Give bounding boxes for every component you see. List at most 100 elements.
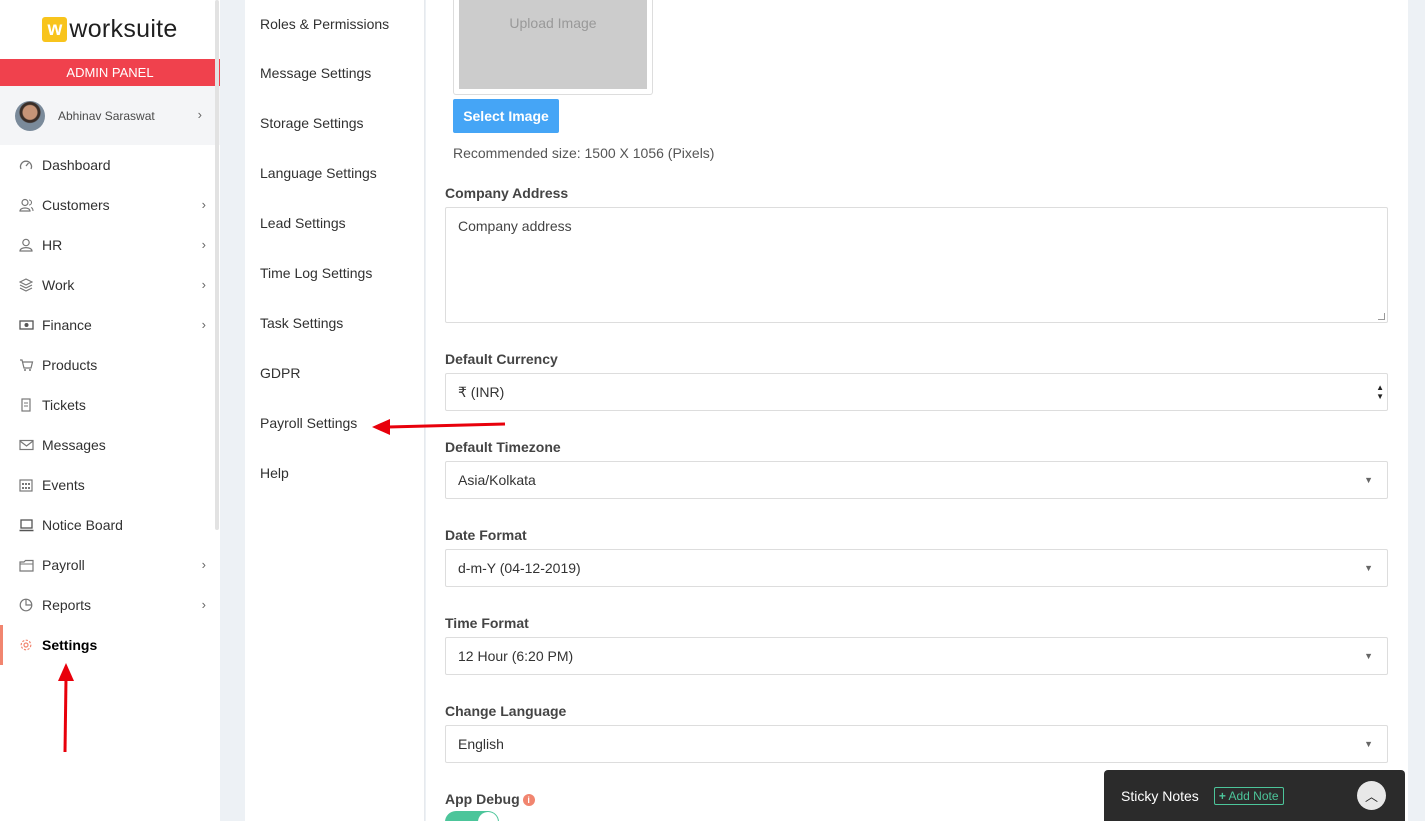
caret-down-icon: ▼	[1364, 651, 1373, 661]
change-language-select[interactable]: English ▼	[445, 725, 1388, 763]
logo-text: worksuite	[69, 15, 178, 43]
settings-item-help[interactable]: Help	[245, 448, 424, 498]
ticket-icon	[18, 397, 34, 413]
sidebar-item-notice-board[interactable]: Notice Board	[0, 505, 220, 545]
recommended-size-hint: Recommended size: 1500 X 1056 (Pixels)	[453, 145, 715, 161]
resize-handle-icon[interactable]	[1378, 313, 1385, 320]
add-note-button[interactable]: + Add Note	[1213, 786, 1284, 805]
time-format-value: 12 Hour (6:20 PM)	[458, 648, 574, 664]
sidebar-item-reports[interactable]: Reports ›	[0, 585, 220, 625]
time-format-select[interactable]: 12 Hour (6:20 PM) ▼	[445, 637, 1388, 675]
date-format-value: d-m-Y (04-12-2019)	[458, 560, 581, 576]
chevron-right-icon: ›	[197, 107, 202, 122]
settings-item-task-settings[interactable]: Task Settings	[245, 298, 424, 348]
settings-item-language-settings[interactable]: Language Settings	[245, 148, 424, 198]
info-icon[interactable]: i	[522, 794, 535, 806]
sidebar-item-label: Payroll	[42, 557, 85, 573]
chevron-right-icon: ›	[201, 317, 206, 332]
settings-item-roles-permissions[interactable]: Roles & Permissions	[245, 0, 424, 48]
cart-icon	[18, 357, 34, 373]
wallet-icon	[18, 557, 34, 573]
admin-panel-banner: ADMIN PANEL	[0, 59, 220, 86]
default-timezone-select[interactable]: Asia/Kolkata ▼	[445, 461, 1388, 499]
app-debug-toggle[interactable]	[445, 811, 499, 821]
envelope-icon	[18, 437, 34, 453]
default-currency-select[interactable]: ₹ (INR) ▲ ▼	[445, 373, 1388, 411]
sticky-notes-panel: Sticky Notes + Add Note ︿	[1104, 770, 1405, 821]
chevron-right-icon: ›	[201, 597, 206, 612]
customers-icon	[18, 197, 34, 213]
sidebar-item-settings[interactable]: Settings	[0, 625, 220, 665]
sidebar-item-label: Work	[42, 277, 75, 293]
dashboard-icon	[18, 157, 34, 173]
change-language-label: Change Language	[445, 703, 567, 719]
settings-item-storage-settings[interactable]: Storage Settings	[245, 98, 424, 148]
date-format-label: Date Format	[445, 527, 527, 543]
layers-icon	[18, 277, 34, 293]
company-address-value: Company address	[458, 218, 572, 234]
settings-item-time-log-settings[interactable]: Time Log Settings	[245, 248, 424, 298]
sidebar-item-label: Dashboard	[42, 157, 111, 173]
caret-down-icon: ▼	[1364, 475, 1373, 485]
change-language-value: English	[458, 736, 504, 752]
sidebar-item-label: Events	[42, 477, 85, 493]
logo-mark: w	[42, 17, 68, 42]
user-profile[interactable]: Abhinav Saraswat ›	[0, 86, 220, 145]
chevron-right-icon: ›	[201, 557, 206, 572]
default-timezone-label: Default Timezone	[445, 439, 561, 455]
page-scrollbar-track[interactable]	[1408, 0, 1425, 821]
sidebar-item-work[interactable]: Work ›	[0, 265, 220, 305]
sidebar-item-label: Products	[42, 357, 98, 373]
chevron-right-icon: ›	[201, 277, 206, 292]
settings-item-message-settings[interactable]: Message Settings	[245, 48, 424, 98]
calendar-icon	[18, 477, 34, 493]
sidebar-item-messages[interactable]: Messages	[0, 425, 220, 465]
sidebar-item-payroll[interactable]: Payroll ›	[0, 545, 220, 585]
company-address-field[interactable]: Company address	[445, 207, 1388, 323]
image-upload-preview[interactable]: Upload Image	[453, 0, 653, 95]
sidebar-item-tickets[interactable]: Tickets	[0, 385, 220, 425]
add-note-label: Add Note	[1228, 788, 1279, 803]
user-name: Abhinav Saraswat	[58, 108, 155, 123]
sidebar-menu: Dashboard Customers › HR › Work › Financ…	[0, 145, 220, 665]
pie-chart-icon	[18, 597, 34, 613]
sidebar-item-hr[interactable]: HR ›	[0, 225, 220, 265]
sidebar-item-events[interactable]: Events	[0, 465, 220, 505]
caret-down-icon: ▼	[1364, 739, 1373, 749]
updown-arrows-icon: ▲ ▼	[1376, 383, 1384, 401]
sidebar-item-finance[interactable]: Finance ›	[0, 305, 220, 345]
select-image-button[interactable]: Select Image	[453, 99, 559, 133]
settings-item-payroll-settings[interactable]: Payroll Settings	[245, 398, 424, 448]
main-sidebar: w worksuite ADMIN PANEL Abhinav Saraswat…	[0, 0, 220, 821]
app-debug-label-text: App Debug	[445, 791, 520, 807]
sidebar-item-customers[interactable]: Customers ›	[0, 185, 220, 225]
sidebar-item-label: Reports	[42, 597, 92, 613]
sidebar-item-dashboard[interactable]: Dashboard	[0, 145, 220, 185]
default-timezone-value: Asia/Kolkata	[458, 472, 536, 488]
upload-placeholder: Upload Image	[459, 0, 647, 89]
chevron-right-icon: ›	[201, 237, 206, 252]
sidebar-item-label: Settings	[42, 637, 98, 653]
time-format-label: Time Format	[445, 615, 529, 631]
settings-item-lead-settings[interactable]: Lead Settings	[245, 198, 424, 248]
settings-form: Upload Image Select Image Recommended si…	[426, 0, 1408, 821]
plus-icon: +	[1218, 788, 1226, 803]
settings-menu: Roles & Permissions Message Settings Sto…	[245, 0, 425, 821]
default-currency-label: Default Currency	[445, 351, 558, 367]
sidebar-item-label: Finance	[42, 317, 92, 333]
avatar	[15, 100, 45, 131]
chevron-up-icon[interactable]: ︿	[1357, 781, 1386, 810]
toggle-knob	[478, 812, 498, 821]
date-format-select[interactable]: d-m-Y (04-12-2019) ▼	[445, 549, 1388, 587]
sidebar-item-label: Tickets	[42, 397, 86, 413]
caret-down-icon: ▼	[1364, 563, 1373, 573]
brand-logo[interactable]: w worksuite	[0, 0, 220, 59]
notice-icon	[18, 517, 34, 533]
sidebar-item-products[interactable]: Products	[0, 345, 220, 385]
sidebar-scrollbar[interactable]	[215, 0, 219, 530]
gear-icon	[18, 637, 34, 653]
sidebar-item-label: HR	[42, 237, 63, 253]
settings-item-gdpr[interactable]: GDPR	[245, 348, 424, 398]
company-address-label: Company Address	[445, 185, 569, 201]
sidebar-item-label: Customers	[42, 197, 110, 213]
